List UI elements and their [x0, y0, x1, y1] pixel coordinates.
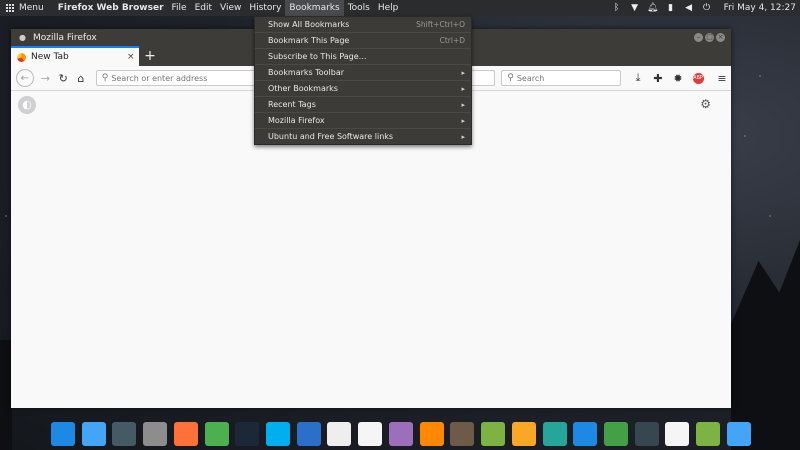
firefox-logo-icon: ◐ [18, 96, 36, 114]
hamburger-menu-icon[interactable]: ≡ [713, 69, 731, 87]
menu-item-label: Other Bookmarks [268, 84, 338, 93]
active-app-name: Firefox Web Browser [57, 3, 164, 13]
applications-menu-button[interactable]: Menu [0, 0, 50, 16]
document-icon[interactable] [327, 422, 352, 446]
battery-icon[interactable]: ▮ [662, 3, 680, 13]
menu-item-label: Bookmarks Toolbar [268, 68, 345, 77]
forward-button[interactable]: → [37, 69, 55, 87]
monitor-icon[interactable] [603, 422, 628, 446]
global-menubar: File Edit View History Bookmarks Tools H… [168, 0, 403, 16]
menu-item-label: Show All Bookmarks [268, 20, 350, 29]
menu-label: Menu [19, 3, 44, 13]
menu-item-bookmarks-toolbar[interactable]: Bookmarks Toolbar ▸ [255, 65, 471, 81]
download-icon[interactable]: ⤓ [629, 69, 647, 87]
dock [51, 418, 751, 450]
link-icon[interactable] [511, 422, 536, 446]
menu-item-ubuntu-links[interactable]: Ubuntu and Free Software links ▸ [255, 129, 471, 144]
search-icon: ⚲ [101, 73, 109, 83]
menu-bookmarks[interactable]: Bookmarks [285, 0, 344, 16]
toolbar-icons: ⤓ ✚ ✹ ABP ≡ [629, 69, 731, 87]
clock-icon[interactable] [665, 422, 690, 446]
menu-view[interactable]: View [216, 0, 245, 16]
anchor-icon[interactable] [51, 422, 75, 446]
firefox-icon[interactable] [173, 422, 198, 446]
terminal-icon[interactable] [634, 422, 659, 446]
menu-item-shortcut: Shift+Ctrl+O [416, 20, 465, 29]
system-tray: ᛒ ▼ 🔔︎ ▮ ◀ ⏻ Fri May 4, 12:27 [608, 0, 800, 16]
tab-title: New Tab [31, 52, 69, 62]
search-input[interactable] [516, 73, 621, 83]
wifi-icon[interactable]: ▼ [626, 3, 644, 13]
notification-bell-icon[interactable]: 🔔︎ [644, 3, 662, 13]
menu-item-label: Subscribe to This Page… [268, 52, 367, 61]
vlc-icon[interactable] [419, 422, 444, 446]
desktop-icon[interactable] [81, 422, 106, 446]
back-button[interactable]: ← [16, 69, 34, 87]
menu-item-subscribe[interactable]: Subscribe to This Page… [255, 49, 471, 65]
settings-gear-icon[interactable]: ⚙ [700, 97, 711, 111]
menu-tools[interactable]: Tools [344, 0, 374, 16]
minimize-icon[interactable]: – [694, 33, 703, 42]
tab-new-tab[interactable]: New Tab × [11, 46, 139, 66]
settings-icon[interactable] [542, 422, 567, 446]
menu-item-shortcut: Ctrl+D [439, 36, 465, 45]
chrome-icon[interactable] [204, 422, 229, 446]
firefox-small-icon: ● [19, 32, 26, 42]
power-icon[interactable]: ⏻ [698, 3, 716, 13]
maximize-icon[interactable]: □ [705, 33, 714, 42]
workspace-icon[interactable] [573, 422, 598, 446]
submenu-arrow-icon: ▸ [461, 116, 465, 125]
hanger-icon[interactable] [481, 422, 506, 446]
reload-button[interactable]: ↻ [54, 69, 72, 87]
menu-item-label: Mozilla Firefox [268, 116, 325, 125]
thunderbird-icon[interactable] [296, 422, 321, 446]
close-icon[interactable]: × [716, 33, 725, 42]
new-tab-button[interactable]: + [139, 46, 161, 66]
submenu-arrow-icon: ▸ [461, 84, 465, 93]
skype-icon[interactable] [266, 422, 291, 446]
menu-item-recent-tags[interactable]: Recent Tags ▸ [255, 97, 471, 113]
steam-icon[interactable] [235, 422, 260, 446]
firefox-favicon-icon [17, 52, 26, 62]
menu-item-label: Ubuntu and Free Software links [268, 132, 394, 141]
home-button[interactable]: ⌂ [72, 69, 90, 87]
gimp-icon[interactable] [450, 422, 475, 446]
volume-icon[interactable]: ◀ [680, 3, 698, 13]
menu-item-bookmark-this-page[interactable]: Bookmark This Page Ctrl+D [255, 33, 471, 49]
menu-item-label: Bookmark This Page [268, 36, 350, 45]
bluetooth-icon[interactable]: ᛒ [608, 3, 626, 13]
window-controls: – □ × [694, 33, 725, 42]
extensions-icon[interactable]: ✚ [649, 69, 667, 87]
menu-item-show-all-bookmarks[interactable]: Show All Bookmarks Shift+Ctrl+O [255, 17, 471, 33]
screenshot-icon[interactable] [112, 422, 137, 446]
menu-item-label: Recent Tags [268, 100, 316, 109]
menu-history[interactable]: History [245, 0, 285, 16]
tab-close-icon[interactable]: × [127, 52, 139, 62]
clock[interactable]: Fri May 4, 12:27 [716, 3, 800, 13]
gear-icon[interactable]: ✹ [669, 69, 687, 87]
menu-file[interactable]: File [168, 0, 191, 16]
archive-icon[interactable] [388, 422, 413, 446]
top-panel: Menu Firefox Web Browser File Edit View … [0, 0, 800, 16]
bookmarks-dropdown-menu: Show All Bookmarks Shift+Ctrl+O Bookmark … [254, 16, 472, 145]
menu-edit[interactable]: Edit [191, 0, 216, 16]
menu-item-mozilla-firefox[interactable]: Mozilla Firefox ▸ [255, 113, 471, 129]
adblock-icon[interactable]: ABP [689, 69, 707, 87]
search-bar[interactable]: ⚲ [501, 70, 622, 86]
window-icon[interactable] [726, 422, 751, 446]
submenu-arrow-icon: ▸ [461, 100, 465, 109]
text-editor-icon[interactable] [358, 422, 383, 446]
grid-icon [6, 4, 14, 12]
menu-item-other-bookmarks[interactable]: Other Bookmarks ▸ [255, 81, 471, 97]
files-icon[interactable] [143, 422, 168, 446]
menu-help[interactable]: Help [374, 0, 403, 16]
search-icon: ⚲ [507, 73, 514, 83]
submenu-arrow-icon: ▸ [461, 68, 465, 77]
submenu-arrow-icon: ▸ [461, 132, 465, 141]
trash-icon[interactable] [696, 422, 721, 446]
